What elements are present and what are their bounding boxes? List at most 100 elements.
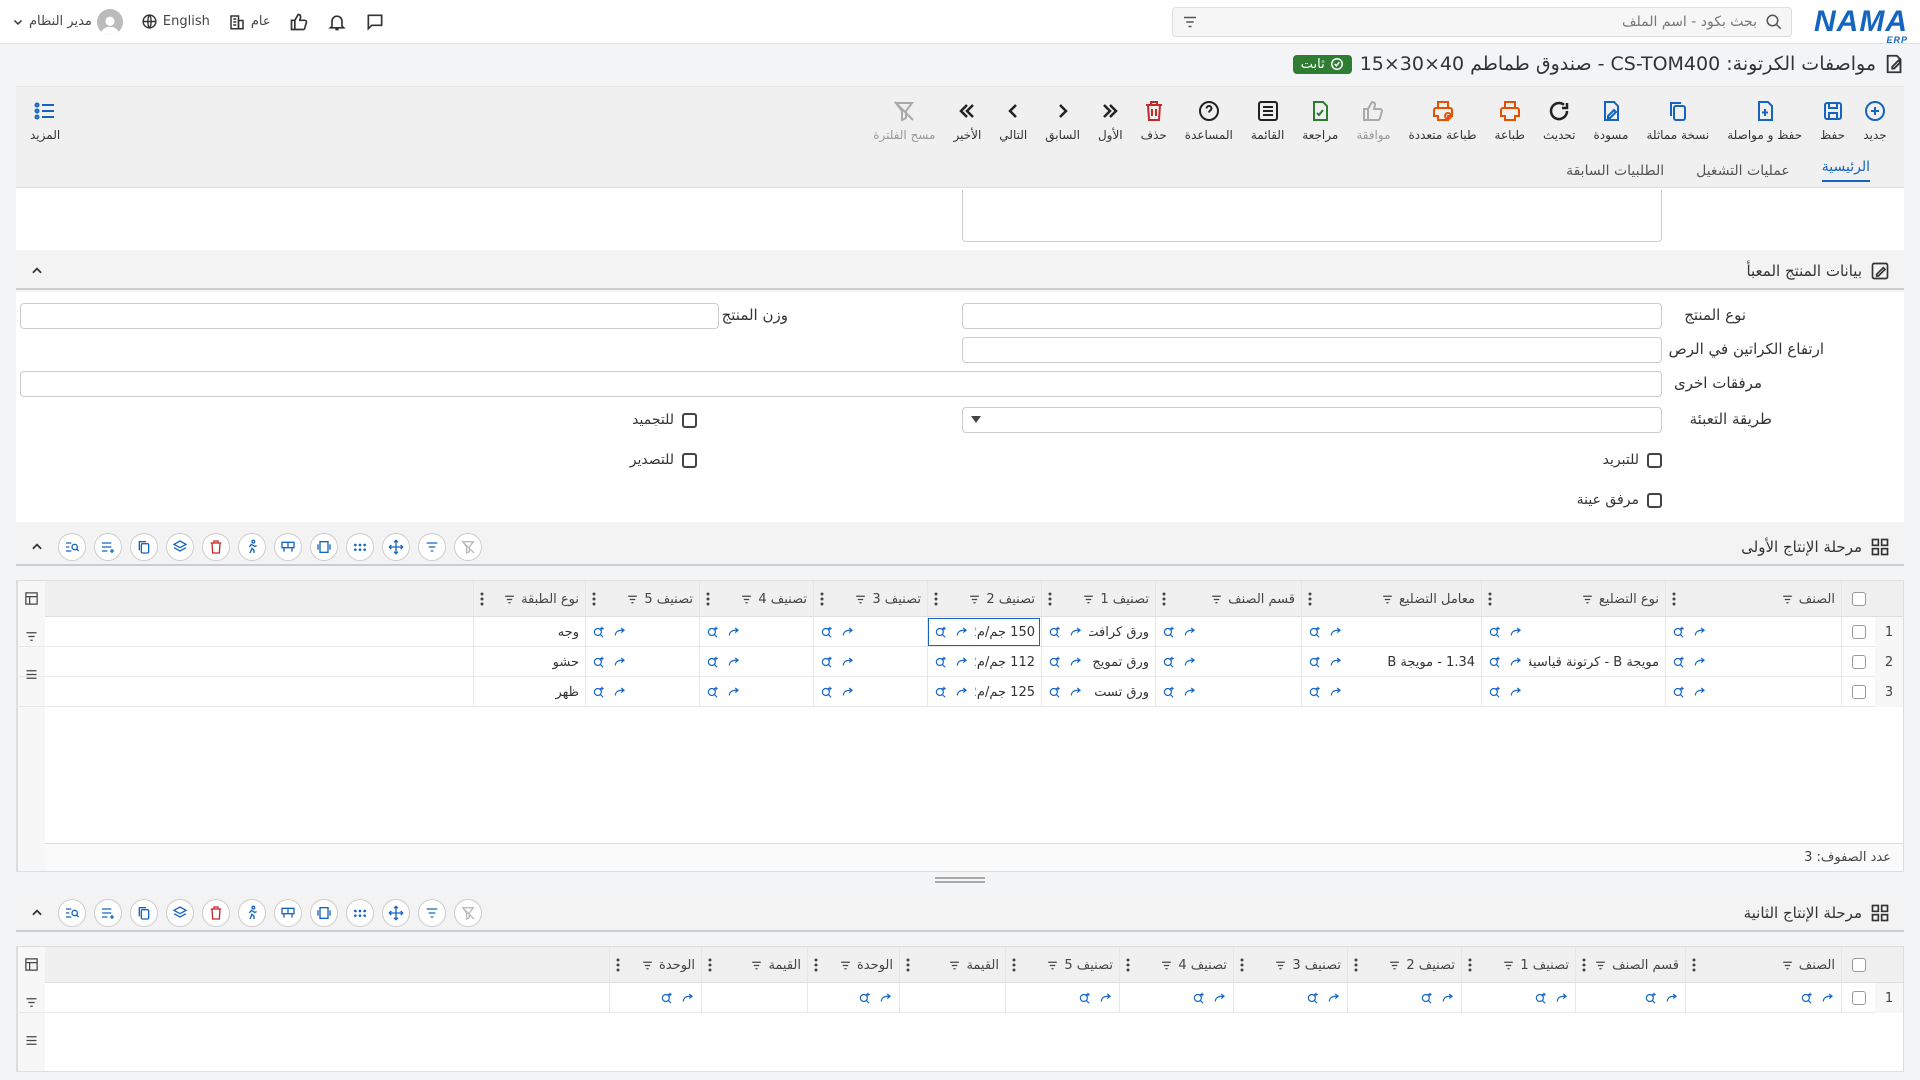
product-weight-field[interactable] xyxy=(20,303,719,329)
table-cell[interactable] xyxy=(1233,983,1347,1013)
column-filter-icon[interactable] xyxy=(1781,593,1794,606)
table-cell[interactable]: حشو xyxy=(473,647,585,677)
lookup-icon[interactable] xyxy=(1672,685,1686,699)
column-header[interactable]: تصنيف 4 xyxy=(1119,947,1233,983)
grid-columns-icon[interactable] xyxy=(310,533,338,561)
grid-table-icon[interactable] xyxy=(274,899,302,927)
open-link-icon[interactable] xyxy=(1183,655,1197,669)
open-link-icon[interactable] xyxy=(613,625,627,639)
grid-run-icon[interactable] xyxy=(238,899,266,927)
table-cell[interactable] xyxy=(699,617,813,647)
open-link-icon[interactable] xyxy=(879,991,893,1005)
lookup-icon[interactable] xyxy=(1306,991,1320,1005)
row-checkbox[interactable] xyxy=(1851,685,1866,699)
stage2-collapse-icon[interactable] xyxy=(30,906,44,920)
open-link-icon[interactable] xyxy=(955,685,969,699)
open-link-icon[interactable] xyxy=(841,625,855,639)
column-menu-icon[interactable] xyxy=(820,592,824,606)
column-filter-icon[interactable] xyxy=(740,593,753,606)
open-link-icon[interactable] xyxy=(1441,991,1455,1005)
column-header[interactable]: معامل التضليع xyxy=(1301,581,1481,617)
lookup-icon[interactable] xyxy=(1048,655,1062,669)
lookup-icon[interactable] xyxy=(1308,625,1322,639)
column-menu-icon[interactable] xyxy=(1162,592,1166,606)
column-filter-icon[interactable] xyxy=(1210,593,1223,606)
table-cell[interactable] xyxy=(585,677,699,707)
user-menu[interactable]: مدير النظام xyxy=(12,8,123,35)
column-menu-icon[interactable] xyxy=(934,592,938,606)
column-filter-icon[interactable] xyxy=(968,593,981,606)
column-header[interactable]: قسم الصنف xyxy=(1575,947,1685,983)
clear-filter-button[interactable]: مسح الفلترة xyxy=(864,91,944,151)
tab-operations[interactable]: عمليات التشغيل xyxy=(1696,163,1790,179)
lookup-icon[interactable] xyxy=(1488,625,1502,639)
open-link-icon[interactable] xyxy=(1327,991,1341,1005)
column-menu-icon[interactable] xyxy=(1468,958,1472,972)
search-box[interactable]: بحث بكود - اسم الملف xyxy=(1172,6,1792,37)
grid-move-icon[interactable] xyxy=(382,533,410,561)
open-link-icon[interactable] xyxy=(1821,991,1835,1005)
open-link-icon[interactable] xyxy=(1693,685,1707,699)
open-link-icon[interactable] xyxy=(1509,685,1523,699)
lookup-icon[interactable] xyxy=(660,991,674,1005)
grid-delete-icon[interactable] xyxy=(202,533,230,561)
table-cell[interactable] xyxy=(1155,617,1301,647)
column-menu-icon[interactable] xyxy=(1240,958,1244,972)
grid-columns-icon[interactable] xyxy=(310,899,338,927)
table-settings-icon[interactable] xyxy=(24,591,39,606)
export-box[interactable] xyxy=(682,452,697,468)
table-cell[interactable] xyxy=(813,617,927,647)
open-link-icon[interactable] xyxy=(1213,991,1227,1005)
column-header[interactable]: الوحدة xyxy=(609,947,701,983)
table-cell[interactable] xyxy=(1685,983,1841,1013)
table-cell[interactable] xyxy=(699,647,813,677)
column-menu-icon[interactable] xyxy=(906,958,910,972)
open-link-icon[interactable] xyxy=(1555,991,1569,1005)
column-menu-icon[interactable] xyxy=(708,958,712,972)
column-filter-icon[interactable] xyxy=(1082,593,1095,606)
lookup-icon[interactable] xyxy=(592,625,606,639)
lookup-icon[interactable] xyxy=(1078,991,1092,1005)
lookup-icon[interactable] xyxy=(1534,991,1548,1005)
branch-switch[interactable]: عام xyxy=(228,13,271,31)
lookup-icon[interactable] xyxy=(592,655,606,669)
collapse-icon[interactable] xyxy=(30,264,44,278)
sample-checkbox[interactable]: مرفق عينة xyxy=(1577,492,1662,508)
row-select-cell[interactable] xyxy=(1841,647,1875,677)
save-button[interactable]: حفظ xyxy=(1811,91,1854,151)
table-cell[interactable] xyxy=(899,983,1005,1013)
column-filter-icon[interactable] xyxy=(1381,593,1394,606)
open-link-icon[interactable] xyxy=(727,685,741,699)
lookup-icon[interactable] xyxy=(1162,625,1176,639)
grid-layers-icon[interactable] xyxy=(166,899,194,927)
column-header[interactable]: الصنف xyxy=(1685,947,1841,983)
column-header[interactable]: القيمة xyxy=(701,947,807,983)
lookup-icon[interactable] xyxy=(1162,655,1176,669)
column-filter-icon[interactable] xyxy=(503,593,516,606)
lookup-icon[interactable] xyxy=(1162,685,1176,699)
column-menu-icon[interactable] xyxy=(814,958,818,972)
lookup-icon[interactable] xyxy=(706,625,720,639)
lookup-icon[interactable] xyxy=(820,685,834,699)
more-button[interactable]: المزيد xyxy=(24,99,66,142)
cooling-box[interactable] xyxy=(1647,452,1662,468)
column-filter-icon[interactable] xyxy=(1594,959,1607,972)
bell-icon[interactable] xyxy=(327,12,347,32)
open-link-icon[interactable] xyxy=(613,655,627,669)
open-link-icon[interactable] xyxy=(1069,655,1083,669)
column-header[interactable]: تصنيف 5 xyxy=(585,581,699,617)
language-switch[interactable]: English xyxy=(141,13,210,30)
list-button[interactable]: القائمة xyxy=(1242,91,1293,151)
column-filter-icon[interactable] xyxy=(626,593,639,606)
row-select-cell[interactable] xyxy=(1841,983,1875,1013)
row-select-cell[interactable] xyxy=(1841,617,1875,647)
column-menu-icon[interactable] xyxy=(1692,958,1696,972)
stack-height-field[interactable] xyxy=(962,337,1662,363)
table-cell[interactable] xyxy=(1005,983,1119,1013)
table-cell[interactable]: ورق تمويج xyxy=(1041,647,1155,677)
grid-move-icon[interactable] xyxy=(382,899,410,927)
column-filter-icon[interactable] xyxy=(1274,959,1287,972)
table-cell[interactable] xyxy=(1301,677,1481,707)
open-link-icon[interactable] xyxy=(1069,685,1083,699)
column-filter-icon[interactable] xyxy=(1160,959,1173,972)
